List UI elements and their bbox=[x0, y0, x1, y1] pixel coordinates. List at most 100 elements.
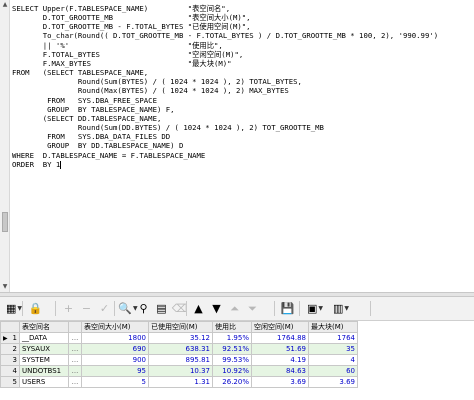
tablespace-name-cell[interactable]: __DATA bbox=[19, 332, 69, 344]
cell-editor-dots[interactable]: ... bbox=[68, 343, 82, 355]
single-record-view-button[interactable]: ▤ bbox=[153, 300, 170, 317]
last-record-button[interactable]: ▼ bbox=[208, 300, 225, 317]
max-block-cell[interactable]: 1764 bbox=[308, 332, 358, 344]
dropdown-arrow-icon[interactable]: ▼ bbox=[344, 305, 349, 312]
free-space-cell[interactable]: 4.19 bbox=[251, 354, 309, 366]
toolbar-separator bbox=[114, 301, 115, 316]
save-button[interactable]: 💾 bbox=[279, 300, 296, 317]
max-block-cell[interactable]: 60 bbox=[308, 365, 358, 377]
cell-editor-dots[interactable]: ... bbox=[68, 354, 82, 366]
add-row-button[interactable]: + bbox=[60, 300, 77, 317]
grid-header-row: 表空间名 表空间大小(M) 已使用空间(M) 使用比 空闲空间(M) 最大块(M… bbox=[0, 321, 358, 333]
row-header[interactable]: 5 bbox=[0, 376, 20, 388]
table-row[interactable]: ▶ 1 __DATA... 1800 35.12 1.95% 1764.88 1764 bbox=[0, 332, 358, 344]
chart-button[interactable]: ▥ ▼ bbox=[330, 300, 352, 317]
clear-icon: ⌫ bbox=[171, 302, 188, 315]
tablespace-size-cell[interactable]: 1800 bbox=[81, 332, 149, 344]
column-header[interactable]: 使用比 bbox=[212, 321, 252, 333]
tablespace-size-cell[interactable]: 900 bbox=[81, 354, 149, 366]
max-block-cell[interactable]: 3.69 bbox=[308, 376, 358, 388]
usage-ratio-cell[interactable]: 26.20% bbox=[212, 376, 252, 388]
code-line: F.TOTAL_BYTES "空闲空间(M)", bbox=[12, 49, 244, 59]
results-grid[interactable]: 表空间名 表空间大小(M) 已使用空间(M) 使用比 空闲空间(M) 最大块(M… bbox=[0, 321, 474, 400]
tablespace-size-cell[interactable]: 5 bbox=[81, 376, 149, 388]
usage-ratio-cell[interactable]: 1.95% bbox=[212, 332, 252, 344]
sql-code[interactable]: SELECT Upper(F.TABLESPACE_NAME) "表空间名", … bbox=[12, 4, 438, 169]
row-header[interactable]: 4 bbox=[0, 365, 20, 377]
toolbar-separator bbox=[55, 301, 56, 316]
column-header[interactable]: 表空间大小(M) bbox=[81, 321, 149, 333]
code-line: ORDER BY 1 bbox=[12, 159, 61, 169]
scrollbar-thumb[interactable] bbox=[2, 212, 8, 232]
text-cursor bbox=[60, 160, 62, 169]
column-header[interactable]: 已使用空间(M) bbox=[148, 321, 213, 333]
code-line: || '%' "使用比", bbox=[12, 40, 223, 50]
tablespace-name-cell[interactable]: UNDOTBS1 bbox=[19, 365, 69, 377]
print-button[interactable]: ▣ ▼ bbox=[304, 300, 326, 317]
table-row[interactable]: 2 SYSAUX... 690 638.31 92.51% 51.69 35 bbox=[0, 343, 358, 355]
table-row[interactable]: 3 SYSTEM... 900 895.81 99.53% 4.19 4 bbox=[0, 354, 358, 366]
used-space-cell[interactable]: 895.81 bbox=[148, 354, 213, 366]
usage-ratio-cell[interactable]: 10.92% bbox=[212, 365, 252, 377]
post-button[interactable]: ✓ bbox=[96, 300, 113, 317]
cell-editor-dots[interactable]: ... bbox=[68, 365, 82, 377]
tablespace-name-cell[interactable]: SYSTEM bbox=[19, 354, 69, 366]
usage-ratio-cell[interactable]: 92.51% bbox=[212, 343, 252, 355]
column-header[interactable]: 最大块(M) bbox=[308, 321, 358, 333]
code-line: F.MAX_BYTES "最大块(M)" bbox=[12, 58, 232, 68]
code-line: Round(Sum(BYTES) / ( 1024 * 1024 ), 2) T… bbox=[12, 77, 302, 87]
row-header[interactable]: ▶ 1 bbox=[0, 332, 20, 344]
grid-view-icon: ▦ bbox=[5, 302, 17, 315]
free-space-cell[interactable]: 51.69 bbox=[251, 343, 309, 355]
fetch-last-icon: ⏷ bbox=[248, 302, 257, 315]
cell-editor-dots[interactable]: ... bbox=[68, 376, 82, 388]
column-header[interactable] bbox=[68, 321, 82, 333]
used-space-cell[interactable]: 638.31 bbox=[148, 343, 213, 355]
usage-ratio-cell[interactable]: 99.53% bbox=[212, 354, 252, 366]
fetch-first-button[interactable]: ⏶ bbox=[226, 300, 243, 317]
used-space-cell[interactable]: 1.31 bbox=[148, 376, 213, 388]
code-line: Round(Max(BYTES) / ( 1024 * 1024 ), 2) M… bbox=[12, 86, 289, 96]
code-line: FROM SYS.DBA_DATA_FILES DD bbox=[12, 132, 171, 142]
tablespace-name-cell[interactable]: USERS bbox=[19, 376, 69, 388]
row-number: 2 bbox=[12, 345, 17, 353]
fetch-first-icon: ⏶ bbox=[230, 302, 239, 315]
free-space-cell[interactable]: 84.63 bbox=[251, 365, 309, 377]
free-space-cell[interactable]: 3.69 bbox=[251, 376, 309, 388]
sql-editor[interactable]: ▲ ▼ SELECT Upper(F.TABLESPACE_NAME) "表空间… bbox=[0, 0, 474, 292]
table-row[interactable]: 5 USERS... 5 1.31 26.20% 3.69 3.69 bbox=[0, 376, 358, 388]
row-number: 1 bbox=[12, 334, 17, 342]
query-by-example-icon: ⚲ bbox=[139, 302, 148, 315]
single-record-view-icon: ▤ bbox=[156, 302, 167, 315]
editor-vertical-scrollbar[interactable]: ▲ ▼ bbox=[0, 0, 10, 292]
scroll-up-arrow-icon[interactable]: ▲ bbox=[1, 1, 9, 9]
fetch-last-button[interactable]: ⏷ bbox=[244, 300, 261, 317]
corner-cell[interactable] bbox=[0, 321, 20, 333]
table-row[interactable]: 4 UNDOTBS1... 95 10.37 10.92% 84.63 60 bbox=[0, 365, 358, 377]
row-header[interactable]: 2 bbox=[0, 343, 20, 355]
free-space-cell[interactable]: 1764.88 bbox=[251, 332, 309, 344]
toolbar-separator bbox=[370, 301, 371, 316]
column-header[interactable]: 空闲空间(M) bbox=[251, 321, 309, 333]
delete-row-button[interactable]: − bbox=[78, 300, 95, 317]
max-block-cell[interactable]: 35 bbox=[308, 343, 358, 355]
tablespace-size-cell[interactable]: 690 bbox=[81, 343, 149, 355]
used-space-cell[interactable]: 35.12 bbox=[148, 332, 213, 344]
tablespace-size-cell[interactable]: 95 bbox=[81, 365, 149, 377]
row-header[interactable]: 3 bbox=[0, 354, 20, 366]
delete-row-icon: − bbox=[81, 302, 92, 315]
query-by-example-button[interactable]: ⚲ bbox=[135, 300, 152, 317]
cell-editor-dots[interactable]: ... bbox=[68, 332, 82, 344]
first-record-button[interactable]: ▲ bbox=[190, 300, 207, 317]
row-number: 3 bbox=[12, 356, 17, 364]
max-block-cell[interactable]: 4 bbox=[308, 354, 358, 366]
column-header[interactable]: 表空间名 bbox=[19, 321, 69, 333]
code-line: FROM (SELECT TABLESPACE_NAME, bbox=[12, 68, 149, 78]
used-space-cell[interactable]: 10.37 bbox=[148, 365, 213, 377]
tablespace-name-cell[interactable]: SYSAUX bbox=[19, 343, 69, 355]
toolbar-separator bbox=[299, 301, 300, 316]
scroll-down-arrow-icon[interactable]: ▼ bbox=[1, 283, 9, 291]
lock-button[interactable]: 🔒 bbox=[27, 300, 44, 317]
dropdown-arrow-icon[interactable]: ▼ bbox=[318, 305, 323, 312]
print-icon: ▣ bbox=[306, 302, 318, 315]
